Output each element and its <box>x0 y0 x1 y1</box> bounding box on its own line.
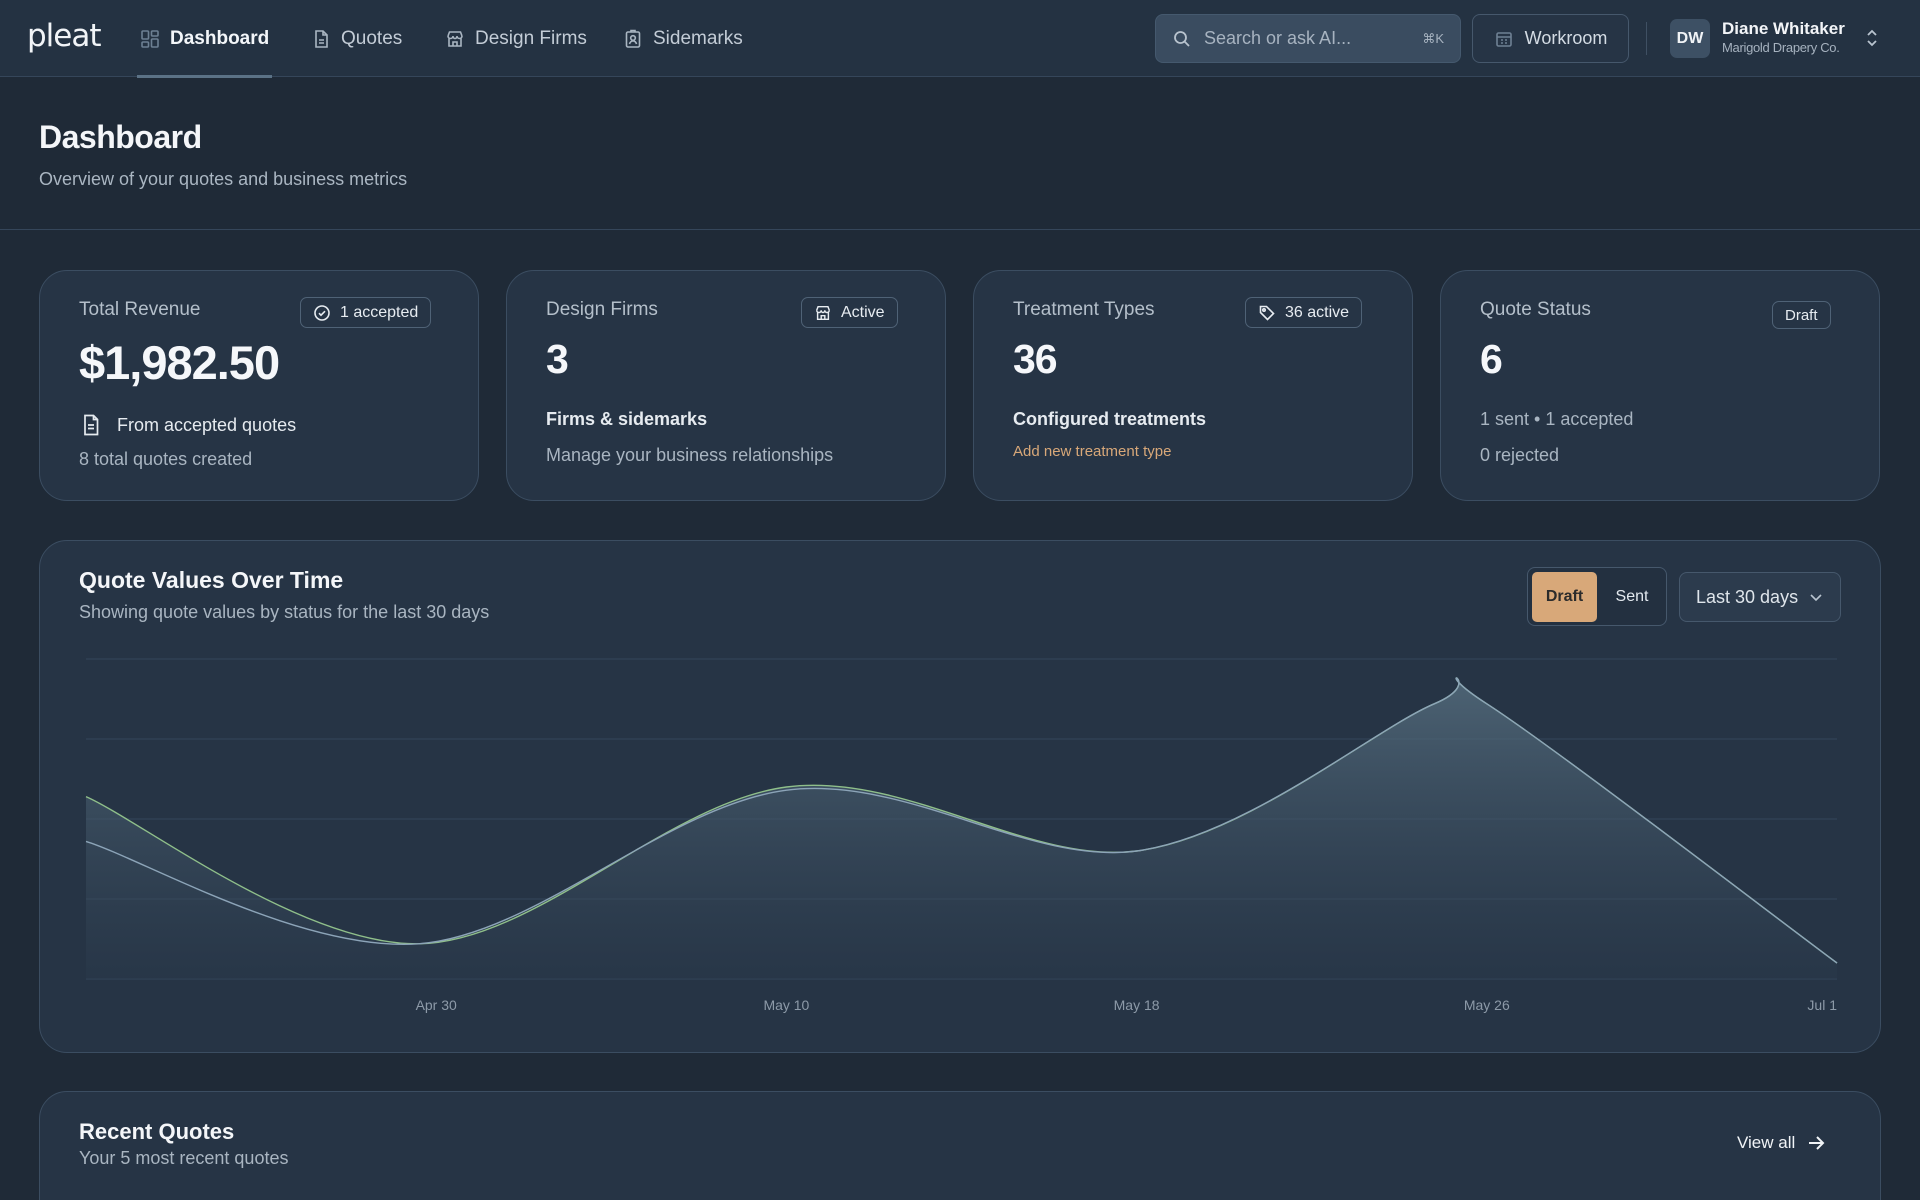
total-revenue-card: Total Revenue 1 accepted $1,982.50 From … <box>39 270 479 501</box>
recent-quotes-title: Recent Quotes <box>79 1119 235 1144</box>
quote-count: 6 <box>1480 336 1503 382</box>
revenue-value: $1,982.50 <box>79 336 280 389</box>
user-organization: Marigold Drapery Co. <box>1722 40 1840 55</box>
card-label: Design Firms <box>546 299 658 320</box>
treatment-types-card: Treatment Types 36 active 36 Configured … <box>973 270 1413 501</box>
status-badge: 36 active <box>1245 297 1363 328</box>
view-all-label: View all <box>1737 1133 1796 1152</box>
x-axis-tick-label: Jul 1 <box>1807 997 1837 1013</box>
search-icon <box>1174 30 1190 47</box>
page-subtitle: Overview of your quotes and business met… <box>39 169 408 189</box>
check-circle-icon <box>314 304 330 321</box>
nav-divider <box>1646 22 1647 55</box>
chevron-up-down-icon[interactable] <box>1863 27 1881 49</box>
nav-item-label: Quotes <box>341 27 403 49</box>
recent-quotes-card: Recent Quotes Your 5 most recent quotes … <box>39 1091 1881 1200</box>
design-firms-card: Design Firms Active 3 Firms & sidemarks … <box>506 270 946 501</box>
search-bar[interactable]: ⌘K <box>1155 14 1461 63</box>
view-all-button[interactable]: View all <box>1737 1132 1827 1154</box>
x-axis-tick-label: May 18 <box>1114 997 1160 1013</box>
workroom-button[interactable]: Workroom <box>1472 14 1629 63</box>
arrow-right-icon <box>1809 1136 1825 1150</box>
status-badge: Active <box>801 297 898 328</box>
total-quotes-text: 8 total quotes created <box>79 449 253 469</box>
recent-quotes-subtitle: Your 5 most recent quotes <box>79 1148 289 1168</box>
tag-icon <box>1259 305 1275 321</box>
top-navigation-bar: pleat Dashboard Quotes Design Firms Side… <box>0 0 1920 78</box>
document-icon <box>315 29 328 48</box>
user-name[interactable]: Diane Whitaker <box>1722 19 1845 39</box>
building-icon <box>1495 31 1512 47</box>
firms-description: Manage your business relationships <box>546 445 834 465</box>
area-chart: Apr 30 May 10 May 18 May 26 Jul 1 <box>85 658 1838 1013</box>
x-axis-tick-label: May 10 <box>763 997 809 1013</box>
page-title: Dashboard <box>39 119 202 155</box>
x-axis-tick-label: May 26 <box>1464 997 1510 1013</box>
header-divider <box>0 229 1920 230</box>
quote-rejected-count: 0 rejected <box>1480 445 1560 465</box>
revenue-source-text: From accepted quotes <box>117 414 297 435</box>
card-label: Total Revenue <box>79 299 201 320</box>
card-label: Quote Status <box>1480 299 1591 320</box>
nav-item-label: Design Firms <box>475 27 587 49</box>
treatments-count: 36 <box>1013 336 1058 382</box>
workroom-label: Workroom <box>1524 28 1608 48</box>
card-label: Treatment Types <box>1013 299 1155 320</box>
treatments-title: Configured treatments <box>1013 409 1207 429</box>
nav-item-design-firms[interactable]: Design Firms <box>445 0 587 77</box>
search-input[interactable] <box>1204 28 1409 49</box>
quote-values-chart-card: Quote Values Over Time Showing quote val… <box>39 540 1881 1053</box>
badge-label: 36 active <box>1285 303 1350 321</box>
status-badge: Draft <box>1772 301 1831 329</box>
add-treatment-link[interactable]: Add new treatment type <box>1013 443 1171 460</box>
nav-item-sidemarks[interactable]: Sidemarks <box>623 0 743 77</box>
storefront-icon <box>815 305 831 320</box>
badge-label: 1 accepted <box>340 303 419 321</box>
badge-label: Active <box>841 303 885 321</box>
quote-status-breakdown: 1 sent • 1 accepted <box>1480 409 1634 429</box>
storefront-icon <box>447 30 463 47</box>
revenue-source-row: From accepted quotes <box>79 413 296 437</box>
status-badge: 1 accepted <box>300 297 432 328</box>
app-logo[interactable]: pleat <box>27 18 102 54</box>
nav-item-label: Sidemarks <box>653 27 743 49</box>
grid-icon <box>141 29 159 48</box>
nav-item-dashboard[interactable]: Dashboard <box>136 0 273 78</box>
chart-area-fill <box>86 677 1837 979</box>
firms-title: Firms & sidemarks <box>546 409 708 429</box>
quote-status-card: Quote Status Draft 6 1 sent • 1 accepted… <box>1440 270 1880 501</box>
search-shortcut-hint: ⌘K <box>1422 30 1444 46</box>
nav-item-quotes[interactable]: Quotes <box>311 0 402 77</box>
badge-icon <box>625 29 641 48</box>
badge-label: Draft <box>1785 306 1818 324</box>
document-icon <box>84 414 99 436</box>
nav-item-label: Dashboard <box>170 27 270 49</box>
avatar[interactable]: DW <box>1670 19 1710 58</box>
x-axis-tick-label: Apr 30 <box>416 997 457 1013</box>
firms-count: 3 <box>546 336 569 382</box>
